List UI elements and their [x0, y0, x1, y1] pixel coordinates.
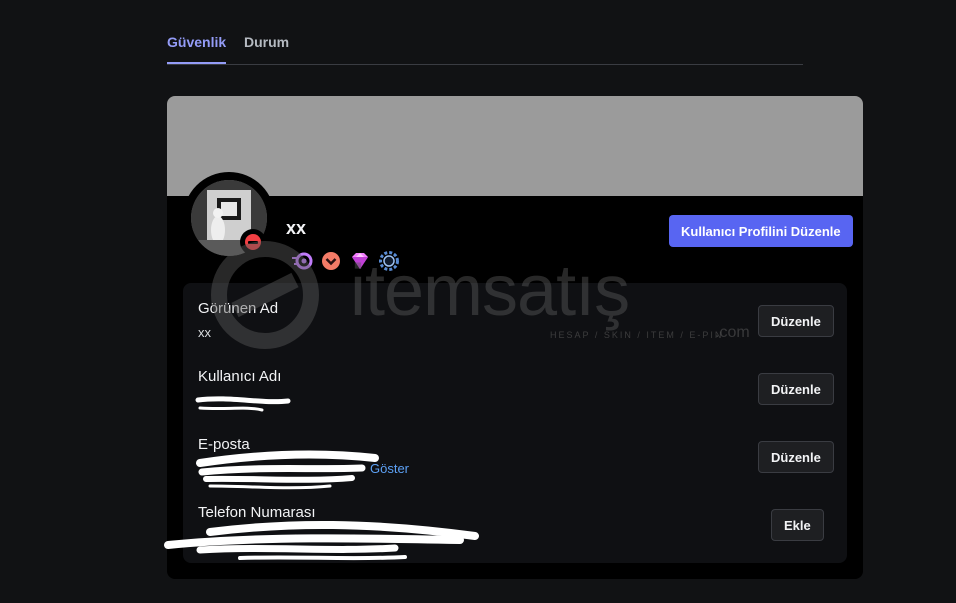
field-label: E-posta	[198, 436, 250, 453]
status-indicator	[240, 229, 266, 255]
field-value: xx	[198, 325, 211, 340]
boost-badge-icon[interactable]	[320, 250, 342, 272]
badge-list	[291, 250, 400, 272]
nitro-badge-icon[interactable]	[291, 250, 313, 272]
display-name: xx	[286, 218, 307, 238]
do-not-disturb-icon	[245, 234, 261, 250]
field-value: Göster	[198, 461, 409, 476]
profile-banner	[167, 96, 863, 196]
edit-display-name-button[interactable]: Düzenle	[758, 305, 834, 337]
gem-badge-icon[interactable]	[349, 250, 371, 272]
field-label: Kullanıcı Adı	[198, 368, 282, 385]
row-username: Kullanıcı Adı Düzenle	[183, 351, 847, 419]
edit-username-button[interactable]: Düzenle	[758, 373, 834, 405]
edit-email-button[interactable]: Düzenle	[758, 441, 834, 473]
row-phone: Telefon Numarası Ekle	[183, 487, 847, 555]
add-phone-button[interactable]: Ekle	[771, 509, 824, 541]
edit-profile-button[interactable]: Kullanıcı Profilini Düzenle	[669, 215, 853, 247]
row-email: E-posta Göster Düzenle	[183, 419, 847, 487]
field-label: Görünen Ad	[198, 300, 279, 317]
settings-tabs: Güvenlik Durum	[167, 0, 803, 65]
tab-guvenlik[interactable]: Güvenlik	[167, 34, 227, 64]
field-label: Telefon Numarası	[198, 504, 316, 521]
account-info-panel: Görünen Ad xx Düzenle Kullanıcı Adı Düze…	[183, 283, 847, 563]
profile-card: xx Kullanıcı Profilini Düzenle Görünen A…	[167, 96, 863, 579]
tab-durum[interactable]: Durum	[244, 34, 289, 50]
show-email-link[interactable]: Göster	[370, 461, 409, 476]
row-display-name: Görünen Ad xx Düzenle	[183, 283, 847, 351]
laurel-badge-icon[interactable]	[378, 250, 400, 272]
